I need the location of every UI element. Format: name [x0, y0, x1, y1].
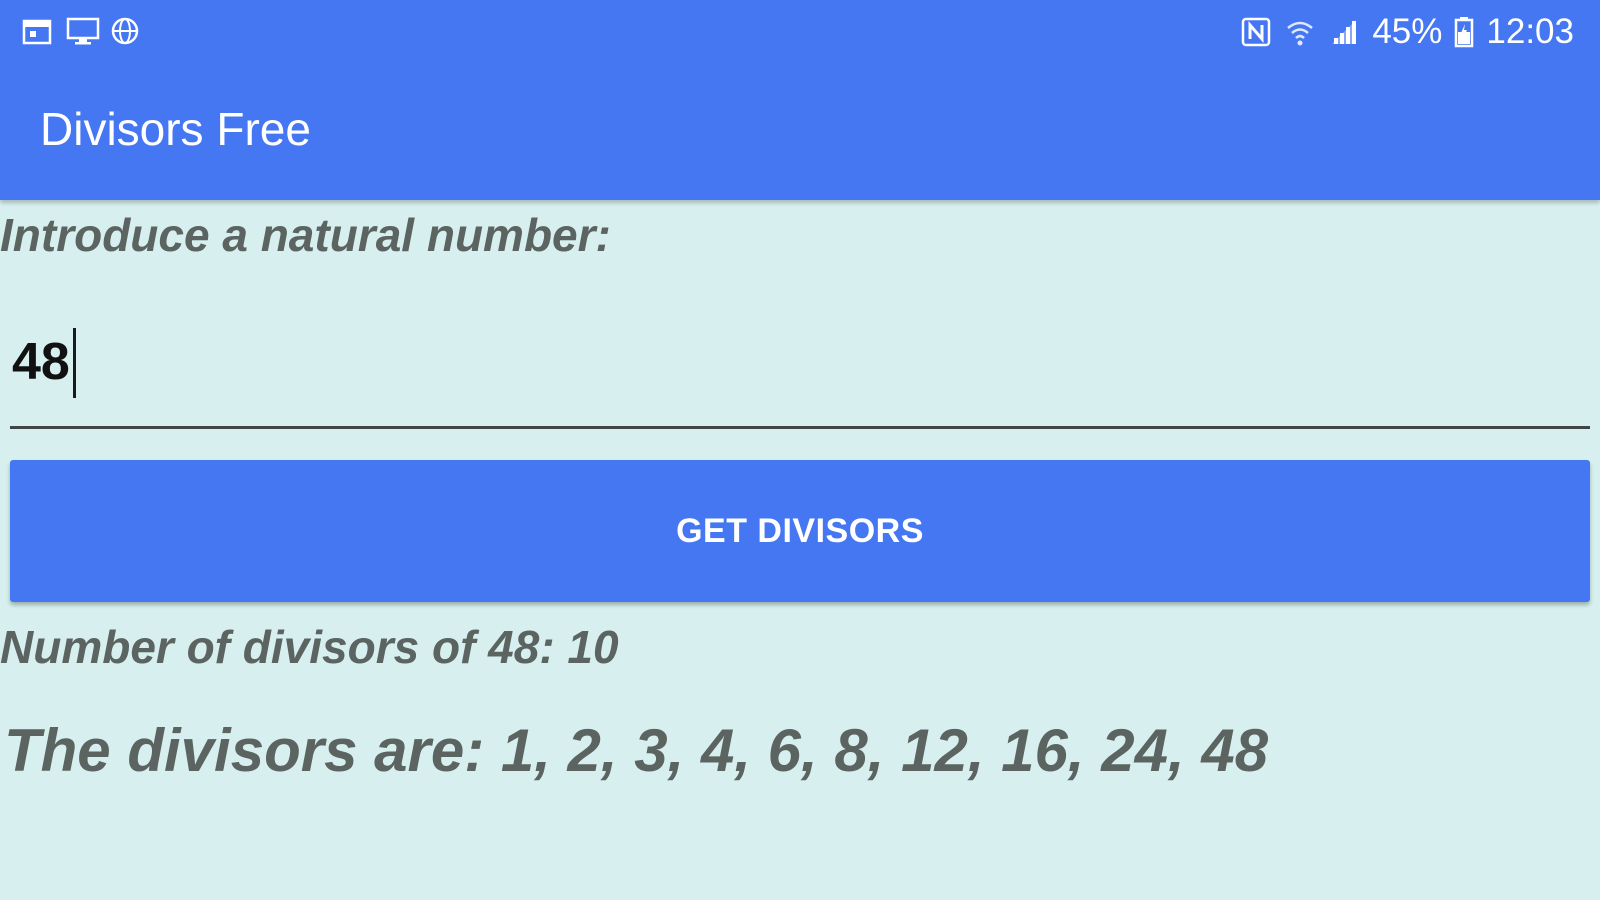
monitor-icon — [66, 16, 100, 46]
signal-icon — [1328, 16, 1360, 48]
wifi-icon — [1284, 16, 1316, 48]
number-input[interactable]: 48 — [10, 318, 1590, 429]
calendar-icon — [22, 16, 52, 46]
battery-percent: 45% — [1372, 12, 1443, 51]
globe-icon — [110, 16, 140, 46]
get-divisors-button[interactable]: GET DIVISORS — [10, 460, 1590, 602]
number-prompt-label: Introduce a natural number: — [0, 209, 611, 261]
nfc-icon — [1240, 16, 1272, 48]
app-bar: Divisors Free — [0, 64, 1600, 200]
status-right-icons: 45% 12:03 — [1240, 12, 1574, 52]
number-input-value: 48 — [12, 333, 70, 391]
divisor-count-text: Number of divisors of 48: 10 — [0, 621, 619, 673]
battery-icon — [1454, 16, 1474, 48]
divisors-list-text: The divisors are: 1, 2, 3, 4, 6, 8, 12, … — [4, 717, 1269, 784]
clock: 12:03 — [1486, 12, 1574, 51]
status-bar: 45% 12:03 — [0, 0, 1600, 64]
text-cursor — [73, 328, 76, 398]
app-title: Divisors Free — [40, 103, 311, 155]
status-left-icons — [22, 16, 140, 46]
